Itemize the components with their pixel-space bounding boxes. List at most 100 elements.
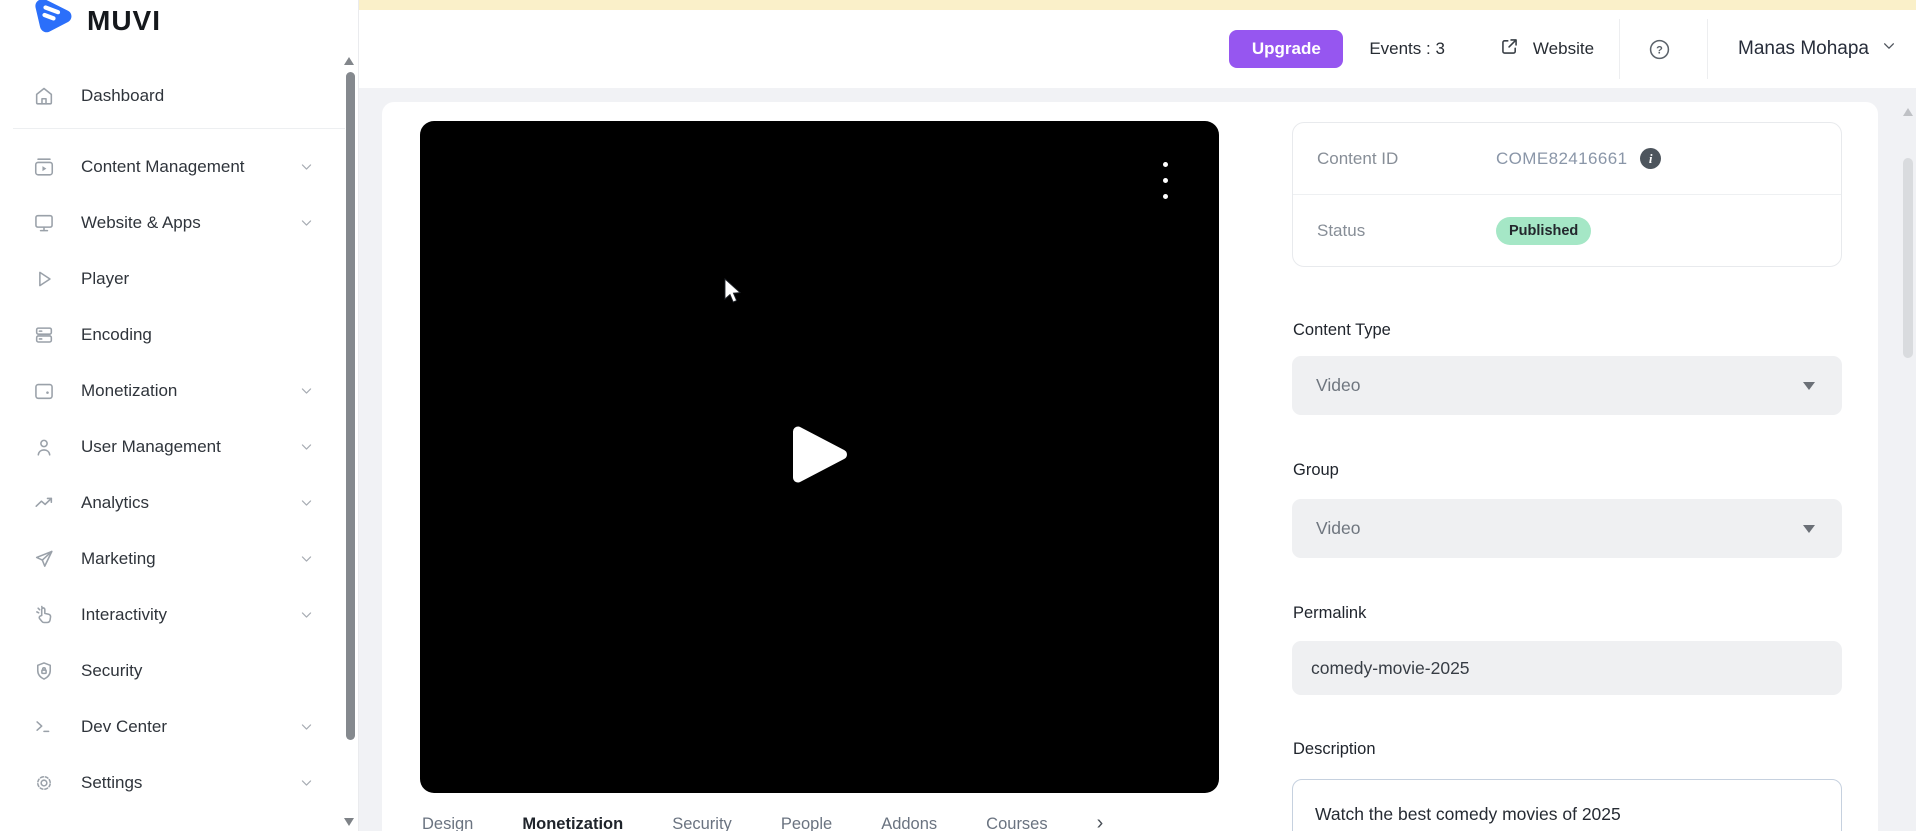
chevron-down-icon [299,776,314,791]
sidebar-item-label: User Management [81,437,221,456]
sidebar-item-label: Monetization [81,381,178,400]
events-link[interactable]: Events : 3 [1369,39,1445,59]
content-meta-panel: Content ID COME82416661 i Status Publish… [1292,122,1842,831]
svg-text:?: ? [1656,44,1663,56]
group-label: Group [1293,461,1339,479]
chevron-down-icon [299,160,314,175]
sidebar-item-label: Player [81,269,130,288]
website-link[interactable]: Website [1499,36,1594,62]
chevron-down-icon [299,496,314,511]
sidebar-item-label: Website & Apps [81,213,201,232]
sidebar-item-encoding[interactable]: Encoding [0,307,358,363]
main-area: Upgrade Events : 3 Website ? Manas Mohap… [358,0,1916,831]
more-vertical-icon[interactable] [1159,158,1172,203]
main-scrollbar-track [1900,88,1916,831]
upgrade-button[interactable]: Upgrade [1229,30,1344,68]
terminal-icon [33,716,55,738]
sidebar-item-settings[interactable]: Settings [0,755,358,811]
chevron-down-icon [299,552,314,567]
main-scrollbar[interactable] [1903,158,1913,358]
user-name: Manas Mohapa [1738,38,1869,59]
video-player[interactable] [420,121,1219,793]
content-id-label: Content ID [1317,148,1399,168]
description-input[interactable]: Watch the best comedy movies of 2025 [1292,779,1842,831]
tab-security[interactable]: Security [672,815,732,831]
brand-logo[interactable]: MUVI [34,0,161,43]
sidebar-item-security[interactable]: Security [0,643,358,699]
sidebar-divider [13,128,345,129]
sidebar-item-label: Encoding [81,325,152,344]
main-scroll-up-arrow[interactable] [1903,108,1913,116]
shield-lock-icon [33,660,55,682]
top-header: Upgrade Events : 3 Website ? Manas Mohap… [358,10,1916,88]
sidebar-item-monetization[interactable]: Monetization [0,363,358,419]
sidebar-item-player[interactable]: Player [0,251,358,307]
sidebar-item-dev-center[interactable]: Dev Center [0,699,358,755]
sidebar-item-user-management[interactable]: User Management [0,419,358,475]
tab-people[interactable]: People [781,815,832,831]
tabs-overflow-arrow-icon[interactable]: › [1097,813,1104,831]
external-link-icon [1499,36,1520,62]
sidebar: MUVI Dashboard Content Management Websit… [0,0,359,831]
user-icon [33,436,55,458]
app-root: MUVI Dashboard Content Management Websit… [0,0,1916,831]
server-stack-icon [33,324,55,346]
chevron-down-icon [299,440,314,455]
header-divider [1707,19,1709,79]
content-type-select[interactable]: Video [1292,356,1842,415]
status-badge: Published [1496,216,1592,245]
snap-gesture-icon [33,604,55,626]
group-value: Video [1316,518,1361,538]
chevron-down-icon [1881,38,1897,60]
sidebar-item-label: Dashboard [81,86,165,105]
sidebar-item-label: Security [81,661,143,680]
sidebar-scrollbar[interactable] [346,72,355,740]
sidebar-scroll-down-arrow[interactable] [344,818,354,826]
sidebar-item-dashboard[interactable]: Dashboard [0,68,358,124]
permalink-label: Permalink [1293,604,1367,622]
sidebar-item-label: Interactivity [81,605,167,624]
caret-down-icon [1803,524,1815,533]
chevron-down-icon [299,720,314,735]
website-label: Website [1532,39,1595,58]
sidebar-item-label: Content Management [81,157,245,176]
chevron-down-icon [299,384,314,399]
tab-monetization[interactable]: Monetization [522,815,623,831]
sidebar-item-label: Settings [81,773,143,792]
content-detail-card: Design Monetization Security People Addo… [382,102,1878,831]
wallet-icon [33,380,55,402]
trend-up-icon [33,492,55,514]
header-divider [1619,19,1621,79]
video-library-icon [33,156,55,178]
permalink-input[interactable] [1292,641,1842,695]
content-type-label: Content Type [1293,321,1391,339]
paper-plane-icon [33,548,55,570]
status-row: Status Published [1293,195,1841,266]
chevron-down-icon [299,216,314,231]
chevron-down-icon [299,608,314,623]
user-menu[interactable]: Manas Mohapa [1738,38,1897,60]
sidebar-item-label: Analytics [81,493,150,512]
info-icon[interactable]: i [1640,148,1662,169]
tab-courses[interactable]: Courses [986,815,1047,831]
sidebar-item-analytics[interactable]: Analytics [0,475,358,531]
caret-down-icon [1803,381,1815,390]
sidebar-item-website-apps[interactable]: Website & Apps [0,195,358,251]
sidebar-item-content-management[interactable]: Content Management [0,139,358,195]
sidebar-nav: Dashboard Content Management Website & A… [0,68,358,811]
play-icon[interactable] [791,425,849,490]
tab-addons[interactable]: Addons [881,815,937,831]
content-id-row: Content ID COME82416661 i [1293,123,1841,194]
content-id-value: COME82416661 i [1496,148,1662,169]
sidebar-item-marketing[interactable]: Marketing [0,531,358,587]
group-select[interactable]: Video [1292,499,1842,558]
home-icon [33,85,55,107]
sidebar-item-label: Marketing [81,549,156,568]
tab-design[interactable]: Design [422,815,473,831]
sidebar-item-interactivity[interactable]: Interactivity [0,587,358,643]
help-icon[interactable]: ? [1648,38,1671,61]
sidebar-scroll-up-arrow[interactable] [344,57,354,65]
content-id-status-card: Content ID COME82416661 i Status Publish… [1292,122,1842,267]
gear-icon [33,772,55,794]
monitor-icon [33,212,55,234]
